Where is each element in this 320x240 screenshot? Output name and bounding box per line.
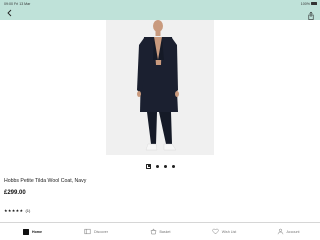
- battery-percent: 100%: [300, 1, 310, 6]
- tab-label-basket: Basket: [159, 229, 171, 234]
- model-wearing-coat-image: [106, 20, 214, 155]
- product-image[interactable]: [106, 20, 214, 155]
- pagination-dot-4[interactable]: [172, 164, 175, 168]
- tab-label-wish-list: Wish List: [221, 229, 237, 234]
- battery-icon: [311, 2, 317, 5]
- product-rating[interactable]: ★★★★★ (1): [4, 208, 30, 213]
- tab-basket[interactable]: Basket: [128, 223, 192, 240]
- back-button[interactable]: [5, 8, 15, 18]
- pagination-dot-2[interactable]: [156, 164, 159, 168]
- share-button[interactable]: [306, 8, 316, 20]
- chevron-left-icon: [7, 9, 12, 17]
- tab-discover[interactable]: Discover: [64, 223, 128, 240]
- heart-icon: [212, 228, 219, 235]
- tab-account[interactable]: Account: [256, 223, 320, 240]
- top-navigation-bar: [0, 7, 320, 20]
- pagination-dot-3[interactable]: [164, 164, 167, 168]
- share-icon: [308, 11, 314, 20]
- image-pagination-dots: [146, 163, 176, 169]
- tab-home[interactable]: Home: [0, 223, 64, 240]
- tab-label-account: Account: [286, 229, 300, 234]
- basket-icon: [150, 228, 157, 235]
- rating-count: (1): [25, 208, 31, 213]
- home-icon: [22, 228, 29, 235]
- rating-stars: ★★★★★: [4, 208, 24, 213]
- product-title: Hobbs Petite Tilda Wool Coat, Navy: [4, 178, 87, 184]
- tab-label-home: Home: [32, 229, 42, 234]
- bottom-tab-bar: Home Discover Basket Wish List Account: [0, 223, 320, 240]
- tab-label-discover: Discover: [94, 229, 108, 234]
- status-time: 09:00 Fri 13 Mar: [4, 1, 31, 6]
- discover-icon: [84, 228, 91, 235]
- product-price: £299.00: [4, 190, 26, 196]
- pagination-dot-1[interactable]: [146, 163, 151, 169]
- status-bar: 09:00 Fri 13 Mar 100%: [0, 0, 320, 7]
- tab-wish-list[interactable]: Wish List: [192, 223, 256, 240]
- account-icon: [277, 228, 284, 235]
